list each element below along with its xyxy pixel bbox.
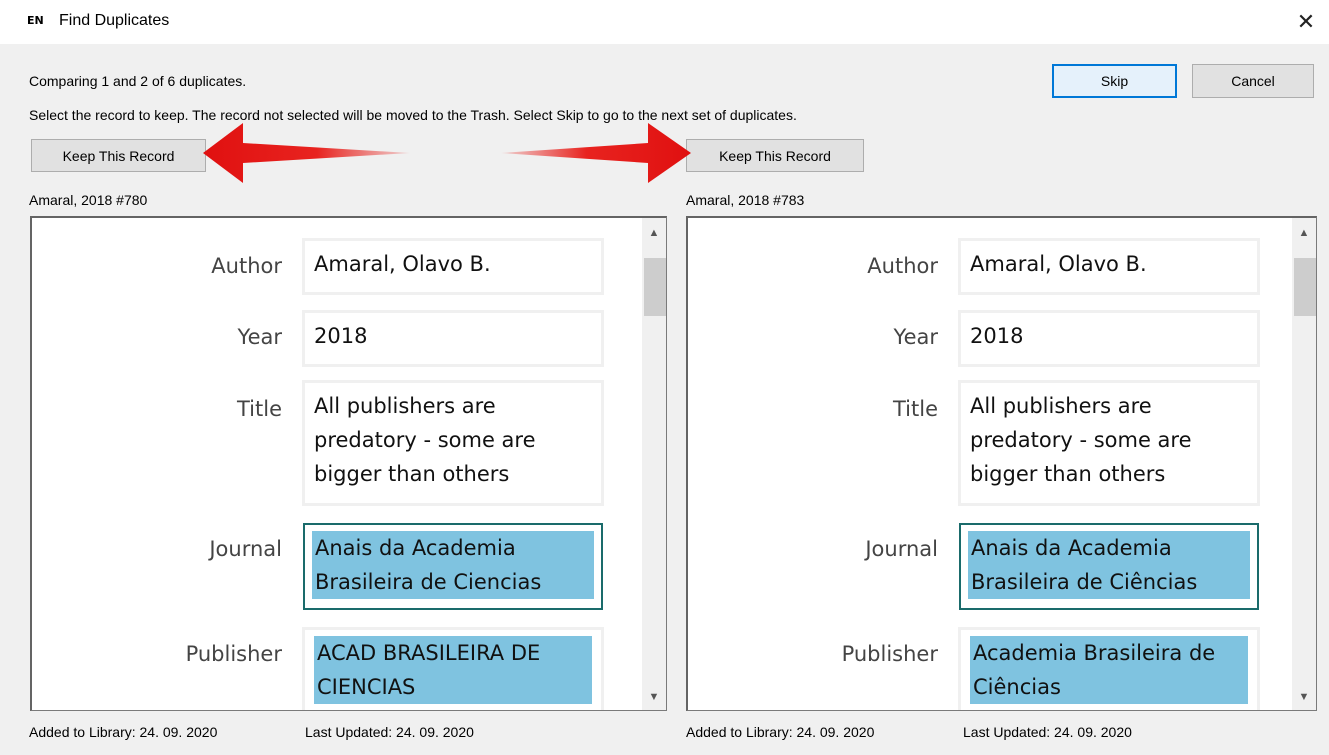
right-arrow-icon: [501, 123, 691, 183]
left-updated-date: Last Updated: 24. 09. 2020: [305, 724, 474, 740]
title-label: Title: [892, 397, 938, 421]
right-added-date: Added to Library: 24. 09. 2020: [686, 724, 875, 740]
publisher-label: Publisher: [185, 642, 282, 666]
close-icon[interactable]: ✕: [1292, 8, 1320, 36]
journal-field[interactable]: Anais da Academia Brasileira de Ciências: [959, 523, 1259, 610]
year-label: Year: [237, 325, 282, 349]
title-field[interactable]: All publishers are predatory - some are bi…: [302, 380, 604, 506]
app-icon: EN: [27, 14, 44, 27]
cancel-button[interactable]: Cancel: [1192, 64, 1314, 98]
publisher-label: Publisher: [841, 642, 938, 666]
left-arrow-icon: [203, 123, 410, 183]
left-record-ref: Amaral, 2018 #780: [29, 192, 148, 208]
year-field[interactable]: 2018: [958, 310, 1260, 367]
author-field[interactable]: Amaral, Olavo B.: [958, 238, 1260, 295]
author-label: Author: [211, 254, 282, 278]
journal-label: Journal: [209, 537, 282, 561]
right-record-panel[interactable]: Author Amaral, Olavo B. Year 2018 Title …: [686, 216, 1317, 711]
keep-left-record-button[interactable]: Keep This Record: [31, 139, 206, 172]
scroll-thumb[interactable]: [644, 258, 666, 316]
year-field[interactable]: 2018: [302, 310, 604, 367]
status-text: Comparing 1 and 2 of 6 duplicates.: [29, 73, 247, 89]
journal-label: Journal: [865, 537, 938, 561]
right-scrollbar[interactable]: ▲ ▼: [1292, 218, 1316, 710]
author-label: Author: [867, 254, 938, 278]
instructions-text: Select the record to keep. The record no…: [29, 107, 797, 123]
title-field[interactable]: All publishers are predatory - some are bi…: [958, 380, 1260, 506]
right-record-ref: Amaral, 2018 #783: [686, 192, 805, 208]
scroll-up-icon[interactable]: ▲: [642, 222, 666, 244]
left-record-panel[interactable]: Author Amaral, Olavo B. Year 2018 Title …: [30, 216, 667, 711]
author-field[interactable]: Amaral, Olavo B.: [302, 238, 604, 295]
scroll-down-icon[interactable]: ▼: [1292, 686, 1316, 708]
title-label: Title: [236, 397, 282, 421]
skip-button[interactable]: Skip: [1052, 64, 1177, 98]
right-updated-date: Last Updated: 24. 09. 2020: [963, 724, 1132, 740]
left-scrollbar[interactable]: ▲ ▼: [642, 218, 666, 710]
scroll-down-icon[interactable]: ▼: [642, 686, 666, 708]
window-title: Find Duplicates: [59, 12, 170, 29]
scroll-thumb[interactable]: [1294, 258, 1316, 316]
scroll-up-icon[interactable]: ▲: [1292, 222, 1316, 244]
keep-right-record-button[interactable]: Keep This Record: [686, 139, 864, 172]
year-label: Year: [893, 325, 938, 349]
left-added-date: Added to Library: 24. 09. 2020: [29, 724, 218, 740]
journal-field[interactable]: Anais da Academia Brasileira de Ciencias: [303, 523, 603, 610]
publisher-field[interactable]: Academia Brasileira de Ciências: [958, 627, 1260, 710]
publisher-field[interactable]: ACAD BRASILEIRA DE CIENCIAS: [302, 627, 604, 710]
title-bar: EN Find Duplicates ✕: [0, 0, 1329, 44]
